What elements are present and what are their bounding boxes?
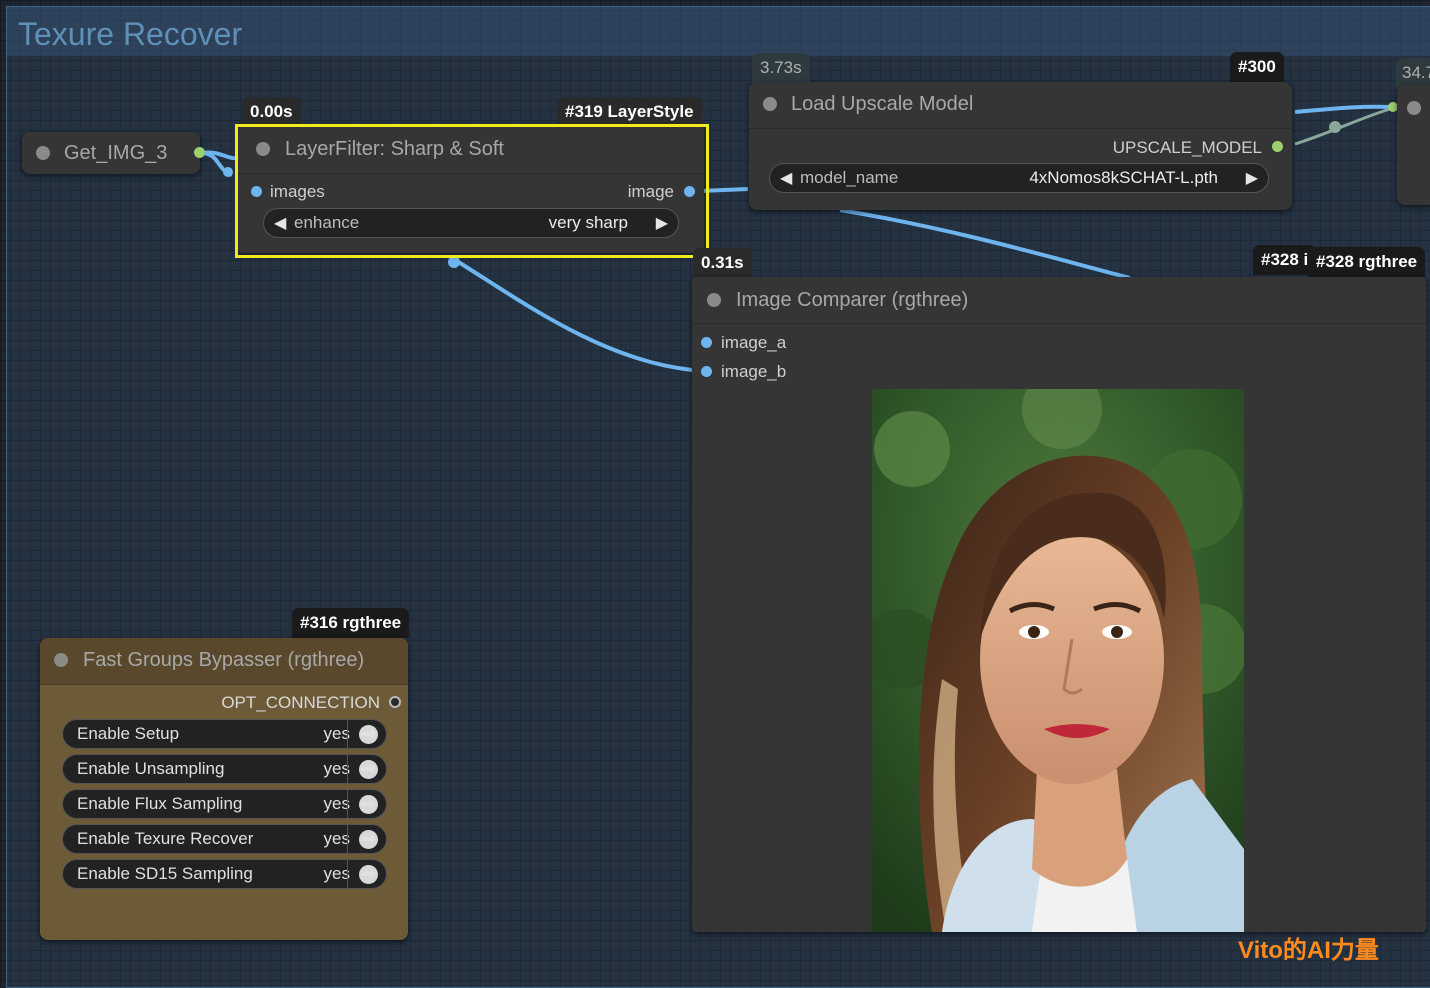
node-status-dot <box>707 293 721 307</box>
get-img-node[interactable]: Get_IMG_3 <box>22 132 205 174</box>
toggle-row-enable-sd15-sampling[interactable]: Enable SD15 Sampling yes ➡ <box>62 859 387 889</box>
comparer-id-badge-back: #328 i <box>1253 245 1317 275</box>
portrait-image <box>872 389 1244 932</box>
wire-to-image-b <box>450 256 693 372</box>
image-b-label: image_b <box>721 362 787 381</box>
node-status-dot <box>1407 101 1421 115</box>
edge-node-time-badge: 34.7 <box>1396 58 1430 88</box>
toggle-row-enable-setup[interactable]: Enable Setup yes ➡ <box>62 719 387 749</box>
wire-to-comparer-right <box>839 208 1131 280</box>
toggle-label: Enable SD15 Sampling <box>77 864 253 883</box>
node-status-dot <box>763 97 777 111</box>
selection-highlight <box>235 124 709 258</box>
toggle-row-enable-flux-sampling[interactable]: Enable Flux Sampling yes ➡ <box>62 789 387 819</box>
upscale-header[interactable]: Load Upscale Model <box>749 82 1292 129</box>
bypasser-header[interactable]: Fast Groups Bypasser (rgthree) <box>40 638 408 685</box>
node-status-dot <box>36 146 50 160</box>
model-name-combo[interactable]: ◀ model_name 4xNomos8kSCHAT-L.pth ▶ <box>769 163 1269 193</box>
upscale-node[interactable]: Load Upscale Model UPSCALE_MODEL ◀ model… <box>749 82 1292 210</box>
layerfilter-id-badge: #319 LayerStyle <box>557 97 702 127</box>
toggle-label: Enable Setup <box>77 724 180 743</box>
model-name-label: model_name <box>800 168 899 187</box>
wire-upscale-out-blue <box>1294 104 1394 114</box>
combo-left-arrow-icon[interactable]: ◀ <box>780 168 792 188</box>
toggle-label: Enable Flux Sampling <box>77 794 243 813</box>
navigate-arrow-icon[interactable]: ➡ <box>347 825 388 853</box>
combo-right-arrow-icon[interactable]: ▶ <box>1246 168 1258 188</box>
image-b-input-slot[interactable] <box>701 366 712 377</box>
comparer-id-badge: #328 rgthree <box>1308 247 1426 277</box>
comparison-image[interactable] <box>872 389 1244 932</box>
wire-reroute-dot <box>223 167 233 177</box>
model-name-value: 4xNomos8kSCHAT-L.pth <box>1029 168 1218 187</box>
upscale-title: Load Upscale Model <box>791 93 974 115</box>
node-status-dot <box>54 653 68 667</box>
toggle-label: Enable Texure Recover <box>77 829 254 848</box>
bypasser-output-label: OPT_CONNECTION <box>221 693 380 712</box>
edge-node[interactable] <box>1397 85 1430 205</box>
comparer-title: Image Comparer (rgthree) <box>736 289 969 311</box>
upscale-time-badge: 3.73s <box>752 53 810 83</box>
toggle-label: Enable Unsampling <box>77 759 225 778</box>
get-img-output-slot[interactable] <box>194 147 205 158</box>
bypasser-title: Fast Groups Bypasser (rgthree) <box>83 649 365 671</box>
toggle-row-enable-texure-recover[interactable]: Enable Texure Recover yes ➡ <box>62 824 387 854</box>
bypasser-id-badge: #316 rgthree <box>292 608 410 638</box>
upscale-output-slot[interactable] <box>1272 141 1283 152</box>
navigate-arrow-icon[interactable]: ➡ <box>347 790 388 818</box>
navigate-arrow-icon[interactable]: ➡ <box>347 755 388 783</box>
navigate-arrow-icon[interactable]: ➡ <box>347 720 388 748</box>
upscale-output-label: UPSCALE_MODEL <box>1112 138 1262 157</box>
wire-reroute-dot-3 <box>1329 121 1341 133</box>
image-a-label: image_a <box>721 333 787 352</box>
navigate-arrow-icon[interactable]: ➡ <box>347 860 388 888</box>
layerfilter-time-badge: 0.00s <box>242 97 301 127</box>
comparer-node[interactable]: Image Comparer (rgthree) image_a image_b <box>692 277 1426 932</box>
comparer-header[interactable]: Image Comparer (rgthree) <box>692 277 1426 324</box>
comparer-time-badge: 0.31s <box>693 248 752 278</box>
image-a-input-slot[interactable] <box>701 337 712 348</box>
toggle-row-enable-unsampling[interactable]: Enable Unsampling yes ➡ <box>62 754 387 784</box>
bypasser-node[interactable]: Fast Groups Bypasser (rgthree) OPT_CONNE… <box>40 638 408 940</box>
wire-upscale-out-green <box>1294 106 1394 146</box>
watermark-text: Vito的AI力量 <box>1238 937 1379 964</box>
bypasser-output-slot[interactable] <box>389 696 401 708</box>
upscale-id-badge: #300 <box>1230 52 1284 82</box>
get-img-title: Get_IMG_3 <box>64 142 168 164</box>
